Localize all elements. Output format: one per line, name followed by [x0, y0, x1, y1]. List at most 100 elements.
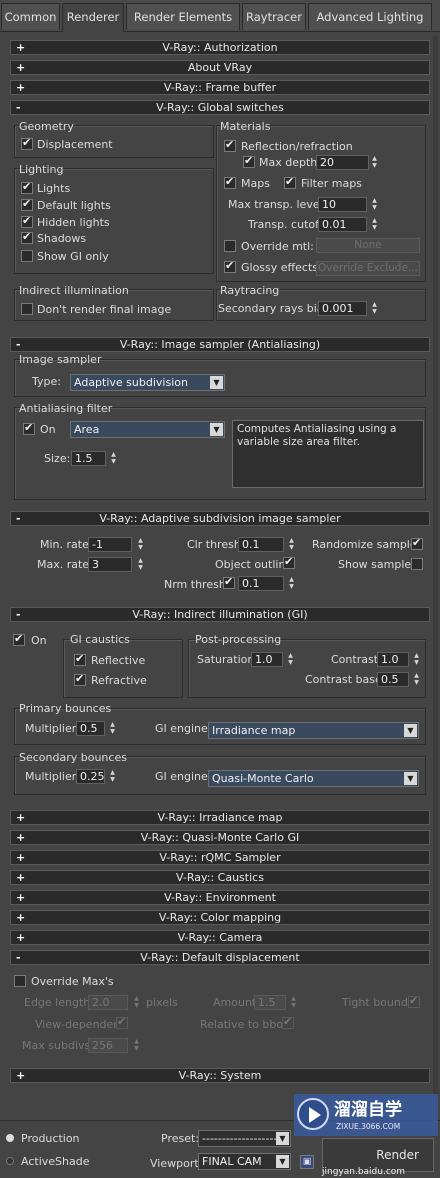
- spinner-arrows-icon[interactable]: ▲ ▼: [370, 301, 379, 316]
- primary-engine-dropdown[interactable]: Irradiance map ▼: [208, 722, 419, 739]
- secondary-multiplier-spinner[interactable]: 0.25: [76, 769, 105, 784]
- tab-render-elements[interactable]: Render Elements: [126, 3, 240, 30]
- spinner-arrows-icon[interactable]: ▲ ▼: [412, 672, 421, 687]
- contrast-base-spinner[interactable]: 0.5: [377, 672, 409, 687]
- spinner-arrows-icon[interactable]: ▲ ▼: [108, 721, 117, 736]
- contrast-spinner[interactable]: 1.0: [377, 652, 409, 667]
- aa-filter-on-checkbox[interactable]: [23, 421, 35, 435]
- glossy-effects-checkbox[interactable]: [224, 259, 236, 273]
- dont-render-final-checkbox[interactable]: [21, 303, 33, 315]
- relative-bbox-checkbox[interactable]: [282, 1015, 294, 1029]
- rollout-global-switches[interactable]: - V-Ray:: Global switches: [10, 100, 430, 115]
- override-exclude-button[interactable]: Override Exclude...: [316, 261, 420, 276]
- rollout-environment[interactable]: + V-Ray:: Environment: [10, 890, 430, 905]
- nrm-thresh-checkbox[interactable]: [223, 575, 235, 589]
- rollout-color-mapping[interactable]: + V-Ray:: Color mapping: [10, 910, 430, 925]
- production-label: Production: [21, 1132, 80, 1145]
- spinner-arrows-icon[interactable]: ▲ ▼: [287, 576, 296, 591]
- gi-on-checkbox[interactable]: [13, 632, 25, 646]
- aa-filter-dropdown[interactable]: Area ▼: [70, 421, 225, 438]
- amount-spinner[interactable]: 1.5: [254, 995, 286, 1010]
- production-radio[interactable]: [6, 1134, 14, 1142]
- max-subdivs-spinner[interactable]: 256: [88, 1038, 128, 1053]
- spinner-arrows-icon[interactable]: ▲ ▼: [136, 557, 145, 572]
- rollout-authorization[interactable]: + V-Ray:: Authorization: [10, 40, 430, 55]
- edge-length-spinner[interactable]: 2.0: [88, 995, 128, 1010]
- randomize-samples-checkbox[interactable]: [411, 536, 423, 550]
- saturation-spinner[interactable]: 1.0: [251, 652, 283, 667]
- refractive-checkbox[interactable]: [74, 672, 86, 686]
- spinner-arrows-icon[interactable]: ▲ ▼: [132, 1038, 141, 1053]
- secondary-engine-dropdown[interactable]: Quasi-Monte Carlo ▼: [208, 770, 419, 787]
- contrast-base-label: Contrast base:: [305, 673, 386, 686]
- maps-label: Maps: [241, 177, 270, 190]
- aa-size-spinner[interactable]: 1.5: [71, 451, 106, 466]
- rollout-about[interactable]: + About VRay: [10, 60, 430, 75]
- lights-checkbox[interactable]: [21, 180, 33, 194]
- object-outline-checkbox[interactable]: [283, 555, 295, 569]
- spinner-arrows-icon[interactable]: ▲ ▼: [412, 652, 421, 667]
- spinner-arrows-icon[interactable]: ▲ ▼: [370, 217, 379, 232]
- max-rate-spinner[interactable]: 3: [88, 557, 132, 572]
- lock-icon[interactable]: ▣: [300, 1155, 314, 1169]
- max-depth-spinner[interactable]: 20: [316, 155, 369, 170]
- rollout-caustics[interactable]: + V-Ray:: Caustics: [10, 870, 430, 885]
- view-dependent-checkbox[interactable]: [116, 1015, 128, 1029]
- expand-icon: +: [16, 871, 26, 884]
- rollout-scrollbar[interactable]: [433, 36, 438, 1118]
- shadows-checkbox[interactable]: [21, 230, 33, 244]
- rollout-qmc-gi[interactable]: + V-Ray:: Quasi-Monte Carlo GI: [10, 830, 430, 845]
- spinner-arrows-icon[interactable]: ▲ ▼: [289, 995, 298, 1010]
- spinner-arrows-icon[interactable]: ▲ ▼: [370, 155, 379, 170]
- default-lights-checkbox[interactable]: [21, 197, 33, 211]
- spinner-arrows-icon[interactable]: ▲ ▼: [136, 537, 145, 552]
- spinner-arrows-icon[interactable]: ▲ ▼: [109, 451, 118, 466]
- override-mtl-button[interactable]: None: [316, 238, 420, 253]
- max-depth-checkbox[interactable]: [243, 154, 255, 168]
- gi-on-label: On: [31, 634, 47, 647]
- preset-dropdown[interactable]: -------------------- ▼: [198, 1130, 291, 1147]
- rollout-adaptive-subdivision[interactable]: - V-Ray:: Adaptive subdivision image samp…: [10, 511, 430, 526]
- maps-checkbox[interactable]: [224, 175, 236, 189]
- override-mtl-checkbox[interactable]: [224, 240, 236, 252]
- rollout-image-sampler[interactable]: - V-Ray:: Image sampler (Antialiasing): [10, 337, 430, 352]
- default-lights-label: Default lights: [37, 199, 111, 212]
- min-rate-spinner[interactable]: -1: [88, 537, 132, 552]
- sampler-type-dropdown[interactable]: Adaptive subdivision ▼: [70, 374, 225, 391]
- nrm-thresh-spinner[interactable]: 0.1: [238, 576, 284, 591]
- tight-bounds-checkbox[interactable]: [408, 994, 420, 1008]
- hidden-lights-checkbox[interactable]: [21, 214, 33, 228]
- tab-renderer[interactable]: Renderer: [62, 3, 124, 32]
- spinner-arrows-icon[interactable]: ▲ ▼: [108, 769, 117, 784]
- tab-raytracer[interactable]: Raytracer: [242, 3, 306, 30]
- rollout-irradiance-map[interactable]: + V-Ray:: Irradiance map: [10, 810, 430, 825]
- secondary-bias-spinner[interactable]: 0.001: [318, 301, 367, 316]
- tab-advanced-lighting[interactable]: Advanced Lighting: [308, 3, 432, 30]
- rollout-title: V-Ray:: Image sampler (Antialiasing): [119, 338, 321, 351]
- spinner-arrows-icon[interactable]: ▲ ▼: [286, 652, 295, 667]
- rollout-system[interactable]: + V-Ray:: System: [10, 1068, 430, 1083]
- reflection-refraction-checkbox[interactable]: [224, 138, 236, 152]
- rollout-indirect-illumination[interactable]: - V-Ray:: Indirect illumination (GI): [10, 607, 430, 622]
- rollout-frame-buffer[interactable]: + V-Ray:: Frame buffer: [10, 80, 430, 95]
- spinner-arrows-icon[interactable]: ▲ ▼: [370, 197, 379, 212]
- max-transp-spinner[interactable]: 10: [318, 197, 367, 212]
- override-max-checkbox[interactable]: [14, 975, 26, 987]
- primary-multiplier-spinner[interactable]: 0.5: [76, 721, 105, 736]
- tab-common[interactable]: Common: [1, 3, 60, 30]
- activeshade-radio[interactable]: [6, 1157, 14, 1165]
- transp-cutoff-spinner[interactable]: 0.01: [318, 217, 367, 232]
- expand-icon: +: [16, 61, 26, 74]
- show-samples-checkbox[interactable]: [411, 558, 423, 570]
- spinner-arrows-icon[interactable]: ▲ ▼: [287, 537, 296, 552]
- rollout-rqmc-sampler[interactable]: + V-Ray:: rQMC Sampler: [10, 850, 430, 865]
- viewport-dropdown[interactable]: FINAL CAM ▼: [198, 1153, 291, 1170]
- spinner-arrows-icon[interactable]: ▲ ▼: [132, 995, 141, 1010]
- show-gi-only-checkbox[interactable]: [21, 250, 33, 262]
- rollout-camera[interactable]: + V-Ray:: Camera: [10, 930, 430, 945]
- rollout-default-displacement[interactable]: - V-Ray:: Default displacement: [10, 950, 430, 965]
- clr-thresh-spinner[interactable]: 0.1: [238, 537, 284, 552]
- reflective-checkbox[interactable]: [74, 652, 86, 666]
- displacement-checkbox[interactable]: [21, 136, 33, 150]
- filter-maps-checkbox[interactable]: [284, 175, 296, 189]
